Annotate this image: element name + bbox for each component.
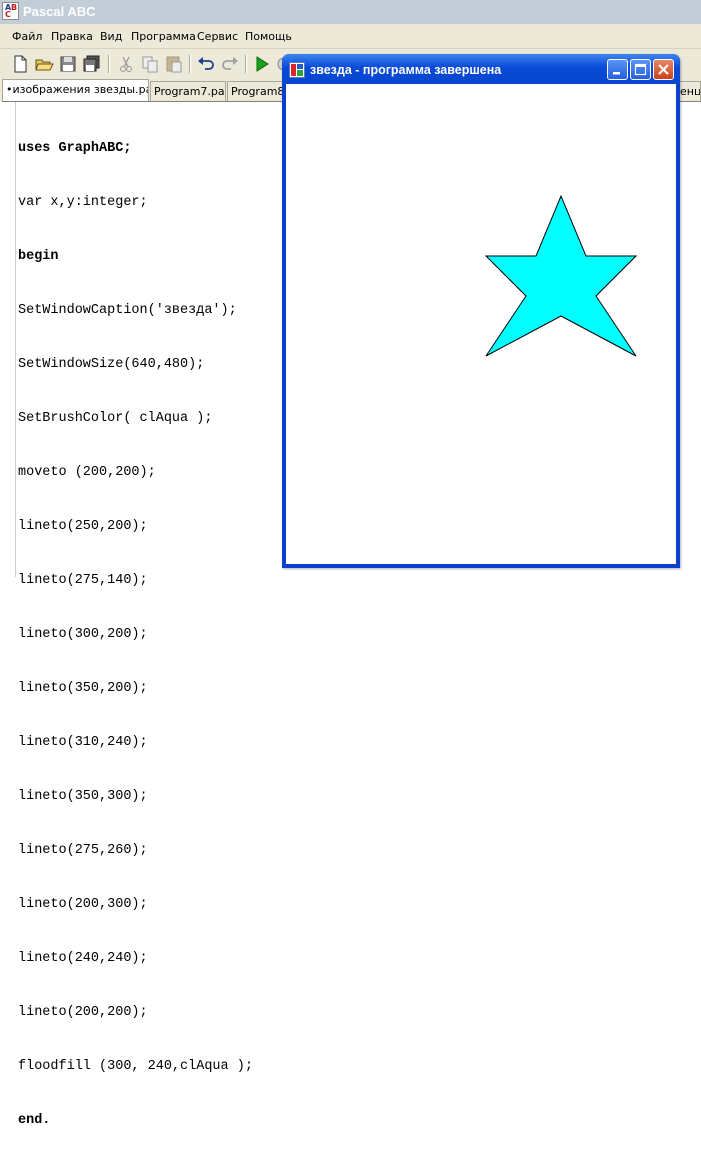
code-line: lineto(350,200); <box>18 681 148 696</box>
pascal-abc-logo-icon: AB C <box>2 2 19 20</box>
menu-service[interactable]: Сервис <box>197 30 238 43</box>
code-line: lineto(350,300); <box>18 789 148 804</box>
graph-window: звезда - программа завершена <box>282 54 680 568</box>
close-icon <box>658 64 669 75</box>
graph-window-titlebar[interactable]: звезда - программа завершена <box>282 54 680 84</box>
open-folder-icon[interactable] <box>34 54 54 74</box>
maximize-icon <box>634 63 647 76</box>
app-titlebar: AB C Pascal ABC <box>0 0 701 24</box>
run-icon[interactable] <box>252 54 272 74</box>
code-line: var x,y:integer; <box>18 195 148 210</box>
tab-label: Program7.pas <box>154 85 226 98</box>
code-line: SetWindowCaption('звезда'); <box>18 303 237 318</box>
tab-star-image-file[interactable]: •изображения звезды.pas <box>2 79 149 101</box>
tab-label: Program8.p <box>231 85 286 98</box>
tab-label: енц <box>680 85 701 98</box>
menu-help[interactable]: Помощь <box>245 30 292 43</box>
code-line: lineto(200,200); <box>18 1005 148 1020</box>
tab-label: •изображения звезды.pas <box>6 83 149 96</box>
graph-window-caption: звезда - программа завершена <box>310 63 502 77</box>
code-text: uses GraphABC; var x,y:integer; begin Se… <box>18 104 253 1152</box>
minimize-button[interactable] <box>607 59 628 80</box>
code-line: end. <box>18 1113 51 1128</box>
save-icon[interactable] <box>58 54 78 74</box>
app-title: Pascal ABC <box>23 4 96 19</box>
undo-icon[interactable] <box>196 54 216 74</box>
menu-bar: Файл Правка Вид Программа Сервис Помощь <box>0 24 701 49</box>
toolbar-separator <box>245 55 247 73</box>
minimize-icon <box>613 72 620 75</box>
paste-icon[interactable] <box>164 54 184 74</box>
code-line: floodfill (300, 240,clAqua ); <box>18 1059 253 1074</box>
menu-view[interactable]: Вид <box>100 30 122 43</box>
cyan-star-shape <box>484 194 638 357</box>
save-all-icon[interactable] <box>82 54 102 74</box>
code-line: lineto(250,200); <box>18 519 148 534</box>
code-line: moveto (200,200); <box>18 465 156 480</box>
new-file-icon[interactable] <box>10 54 30 74</box>
code-line: lineto(310,240); <box>18 735 148 750</box>
code-line: lineto(240,240); <box>18 951 148 966</box>
graph-window-icon <box>289 62 305 78</box>
close-button[interactable] <box>653 59 674 80</box>
menu-file[interactable]: Файл <box>12 30 42 43</box>
code-line: lineto(300,200); <box>18 627 148 642</box>
code-line: lineto(275,260); <box>18 843 148 858</box>
code-line: uses GraphABC; <box>18 141 132 156</box>
tab-hidden-partial[interactable]: енц <box>679 81 701 101</box>
tab-program7[interactable]: Program7.pas <box>150 81 226 101</box>
code-line: lineto(275,140); <box>18 573 148 588</box>
code-line: begin <box>18 249 59 264</box>
cut-icon[interactable] <box>116 54 136 74</box>
copy-icon[interactable] <box>140 54 160 74</box>
code-line: lineto(200,300); <box>18 897 148 912</box>
maximize-button[interactable] <box>630 59 651 80</box>
toolbar-separator <box>189 55 191 73</box>
redo-icon[interactable] <box>220 54 240 74</box>
toolbar-separator <box>108 55 110 73</box>
editor-gutter <box>2 102 16 577</box>
menu-edit[interactable]: Правка <box>51 30 93 43</box>
tab-program8[interactable]: Program8.p <box>227 81 287 101</box>
menu-program[interactable]: Программа <box>131 30 196 43</box>
code-line: SetBrushColor( clAqua ); <box>18 411 213 426</box>
graph-canvas <box>286 84 676 564</box>
canvas-svg <box>484 194 638 357</box>
code-line: SetWindowSize(640,480); <box>18 357 205 372</box>
